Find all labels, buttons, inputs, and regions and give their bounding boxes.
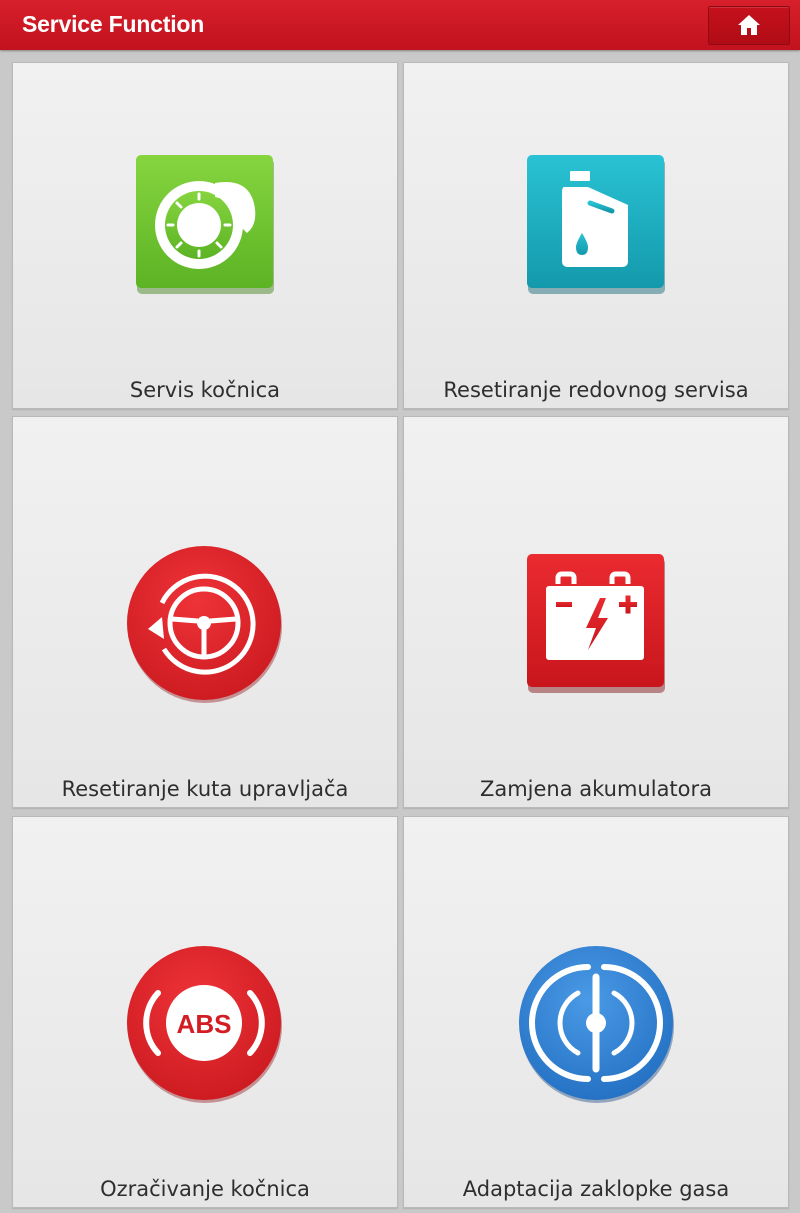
brake-disc-icon [136, 155, 274, 294]
tile-battery-replacement[interactable]: Zamjena akumulatora [403, 416, 789, 808]
service-function-screen: Service Function Servis kočnica Resetira… [0, 0, 800, 1213]
tile-label: Ozračivanje kočnica [100, 1177, 310, 1201]
tile-label: Servis kočnica [129, 378, 281, 402]
tile-label: Zamjena akumulatora [479, 777, 713, 801]
page-title: Service Function [22, 11, 205, 37]
service-grid: Servis kočnica Resetiranje redovnog serv… [0, 50, 800, 1213]
battery-icon [527, 554, 665, 693]
tile-steering-angle-reset[interactable]: Resetiranje kuta upravljača [12, 416, 398, 808]
header-bar: Service Function [0, 0, 800, 50]
tile-label: Resetiranje kuta upravljača [61, 777, 349, 801]
tile-oil-reset[interactable]: Resetiranje redovnog servisa [403, 62, 789, 409]
home-icon [738, 15, 760, 35]
tile-abs-bleeding[interactable]: ABS Ozračivanje kočnica [12, 816, 398, 1208]
tile-label: Adaptacija zaklopke gasa [462, 1177, 730, 1201]
oil-canister-icon [527, 155, 665, 294]
tile-throttle-adaptation[interactable]: Adaptacija zaklopke gasa [403, 816, 789, 1208]
steering-angle-icon [127, 546, 282, 703]
abs-bleeding-icon: ABS [127, 946, 282, 1103]
home-button[interactable] [708, 6, 790, 45]
svg-text:ABS: ABS [177, 1009, 232, 1039]
tile-brake-service[interactable]: Servis kočnica [12, 62, 398, 409]
throttle-icon [519, 946, 674, 1103]
tile-label: Resetiranje redovnog servisa [443, 378, 749, 402]
